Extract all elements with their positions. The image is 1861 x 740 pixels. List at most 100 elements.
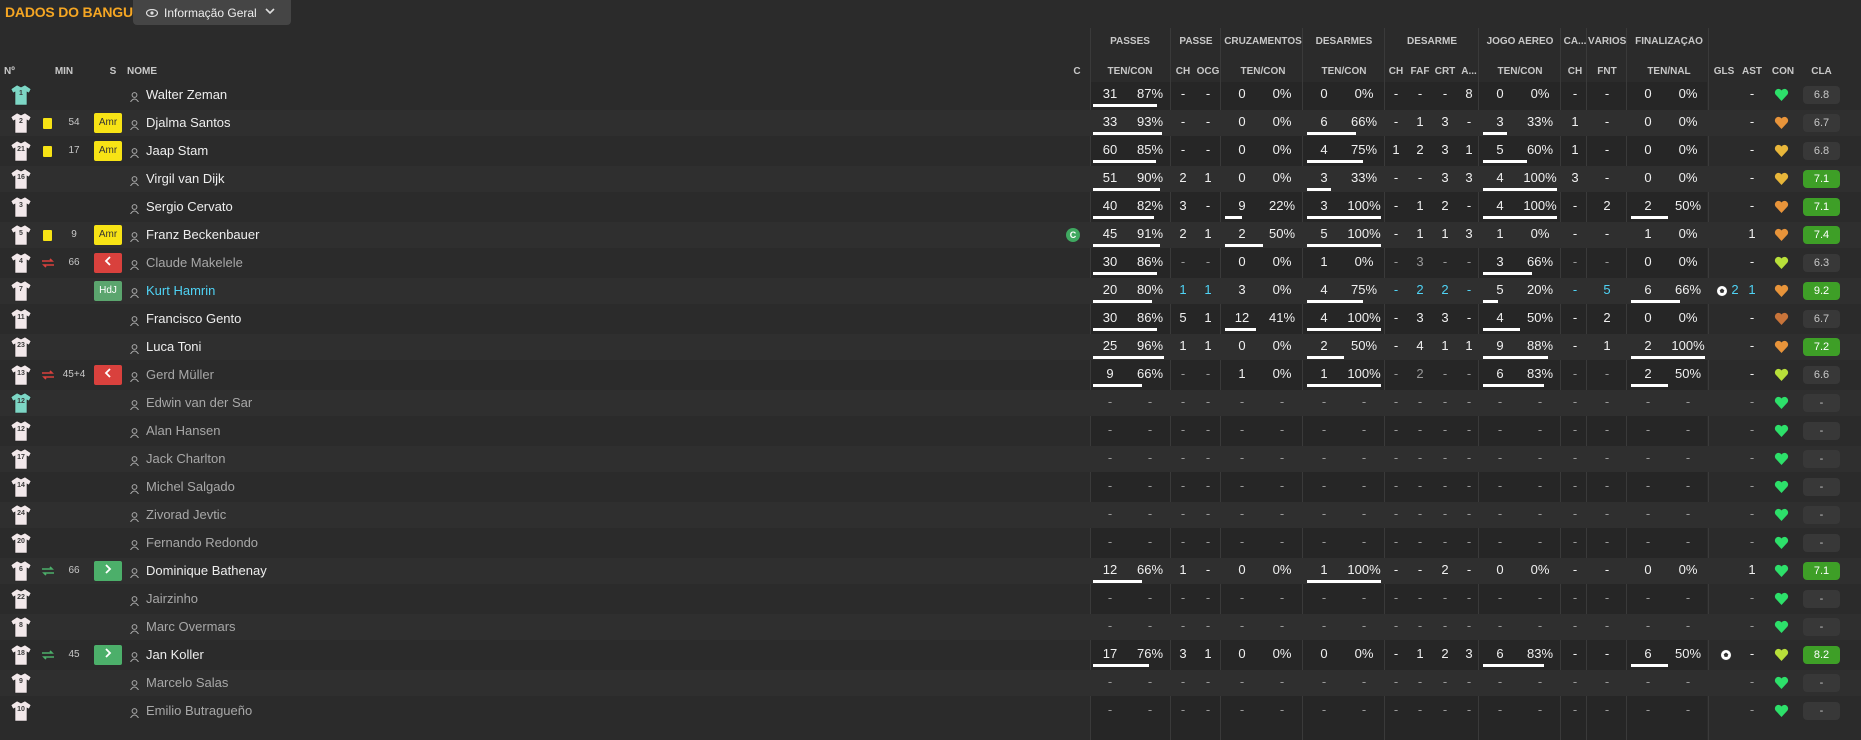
- substituted-on-badge[interactable]: [94, 561, 122, 581]
- column-header[interactable]: TEN/CON: [1222, 66, 1304, 77]
- table-row[interactable]: 1 Walter Zeman 31 87% - -0 0% 0 0% - - -8 0 0% - -0 0% -6…: [0, 82, 1861, 108]
- player-name-link[interactable]: Zivorad Jevtic: [146, 502, 226, 528]
- column-header[interactable]: NOME: [127, 66, 187, 77]
- column-header[interactable]: Nº: [4, 66, 24, 77]
- column-header[interactable]: OCG: [1196, 66, 1220, 77]
- shirt-icon: 24: [10, 504, 32, 526]
- table-row[interactable]: 14 Michel Salgado - - - - - - - - - - - - - - - - - - - -: [0, 474, 1861, 500]
- table-row[interactable]: 4 66 Claude Makelele 30 86% - -0 0% 1 0% -3- -3 66% -…: [0, 250, 1861, 276]
- column-header[interactable]: TEN/CON: [1090, 66, 1170, 77]
- player-name-link[interactable]: Sergio Cervato: [146, 194, 233, 220]
- stat-value: -: [1107, 394, 1113, 409]
- substituted-on-badge[interactable]: [94, 645, 122, 665]
- player-name-link[interactable]: Claude Makelele: [146, 250, 243, 276]
- player-name-link[interactable]: Franz Beckenbauer: [146, 222, 259, 248]
- column-header[interactable]: GLS: [1710, 66, 1738, 77]
- table-row[interactable]: 21 17 Amr Jaap Stam 60 85% - -0 0% 4 75% 1 2 3 1 5 60% 1-…: [0, 138, 1861, 164]
- table-row[interactable]: 6 66 Dominique Bathenay 12 66% 1-0 0% 1 100% - -2-…: [0, 558, 1861, 584]
- assists: 1: [1748, 226, 1756, 241]
- column-header[interactable]: CON: [1766, 66, 1800, 77]
- column-header[interactable]: FNT: [1588, 66, 1626, 77]
- fouls: -: [1417, 86, 1423, 101]
- column-header[interactable]: TEN/CON: [1480, 66, 1560, 77]
- clearances: 3: [1441, 170, 1449, 185]
- stat-bar: [1307, 328, 1381, 331]
- player-name-link[interactable]: Edwin van der Sar: [146, 390, 252, 416]
- player-name-link[interactable]: Jaap Stam: [146, 138, 208, 164]
- substituted-off-badge[interactable]: [94, 365, 122, 385]
- substituted-off-badge[interactable]: [94, 253, 122, 273]
- blocks: 3: [1465, 170, 1473, 185]
- column-header[interactable]: CLA: [1803, 66, 1840, 77]
- table-row[interactable]: 22 Jairzinho - - - - - - - - - - - - - - - - - - - -: [0, 586, 1861, 612]
- column-header[interactable]: S: [103, 66, 123, 77]
- table-row[interactable]: 11 Francisco Gento 30 86% 5 1 12 41% 4 100% -3 3-4 5…: [0, 306, 1861, 332]
- column-header[interactable]: CH: [1172, 66, 1194, 77]
- table-row[interactable]: 9 Marcelo Salas - - - - - - - - - - - - - - - - - - - -: [0, 670, 1861, 696]
- view-selector-button[interactable]: Informação Geral: [133, 0, 291, 25]
- player-name-link[interactable]: Francisco Gento: [146, 306, 241, 332]
- tackle-ch: -: [1393, 310, 1399, 325]
- crosses-completed-pct: 50%: [1268, 226, 1296, 241]
- crosses-attempted: 0: [1238, 254, 1246, 269]
- chances-created: 1: [1204, 310, 1212, 325]
- table-row[interactable]: 18 45 Jan Koller 17 76% 3 1 0 0% 0 0% -1 2 3 6 83% - -6 50…: [0, 642, 1861, 668]
- player-name-link[interactable]: Virgil van Dijk: [146, 166, 225, 192]
- column-header[interactable]: AST: [1740, 66, 1764, 77]
- table-row[interactable]: 3 Sergio Cervato 40 82% 3-9 22% 3 100% -1 2-4 100%…: [0, 194, 1861, 220]
- table-row[interactable]: 2 54 Amr Djalma Santos 33 93% - -0 0% 6 66% -1 3-3 33…: [0, 110, 1861, 136]
- column-header[interactable]: TEN/CON: [1304, 66, 1384, 77]
- table-row[interactable]: 8 Marc Overmars - - - - - - - - - - - - - - - - - - - -: [0, 614, 1861, 640]
- player-name-link[interactable]: Jack Charlton: [146, 446, 225, 472]
- column-header[interactable]: CRT: [1433, 66, 1457, 77]
- column-header[interactable]: CH: [1562, 66, 1588, 77]
- column-header[interactable]: C: [1070, 66, 1084, 77]
- table-row[interactable]: 7 HdJ Kurt Hamrin 20 80% 1 1 3 0% 4 75% -2 2-5 20% -5 6…: [0, 278, 1861, 304]
- booked-badge[interactable]: Amr: [94, 225, 122, 245]
- table-row[interactable]: 20 Fernando Redondo - - - - - - - - - - - - - - - - - - - -: [0, 530, 1861, 556]
- player-name-link[interactable]: Emilio Butragueño: [146, 698, 252, 724]
- man-of-match-badge[interactable]: HdJ: [94, 281, 122, 301]
- player-name-link[interactable]: Kurt Hamrin: [146, 278, 215, 304]
- booked-badge[interactable]: Amr: [94, 141, 122, 161]
- column-header[interactable]: FAF: [1409, 66, 1431, 77]
- player-name-link[interactable]: Alan Hansen: [146, 418, 220, 444]
- stat-value: -: [1417, 478, 1423, 493]
- player-rating: -: [1803, 450, 1840, 468]
- player-name-link[interactable]: Luca Toni: [146, 334, 201, 360]
- player-name-link[interactable]: Jan Koller: [146, 642, 204, 668]
- table-row[interactable]: 23 Luca Toni 25 96% 1 1 0 0% 2 50% -4 1 1 9 88% -1 2 100%…: [0, 334, 1861, 360]
- table-row[interactable]: 10 Emilio Butragueño - - - - - - - - - - - - - - - - - - - -: [0, 698, 1861, 724]
- player-name-link[interactable]: Walter Zeman: [146, 82, 227, 108]
- table-row[interactable]: 12 Alan Hansen - - - - - - - - - - - - - - - - - - - -: [0, 418, 1861, 444]
- player-name-link[interactable]: Dominique Bathenay: [146, 558, 267, 584]
- booked-badge[interactable]: Amr: [94, 113, 122, 133]
- stat-bar: [1483, 356, 1548, 359]
- player-name-link[interactable]: Fernando Redondo: [146, 530, 258, 556]
- table-row[interactable]: 5 9 Amr Franz Beckenbauer C 45 91% 2 1 2 50% 5 100% -…: [0, 222, 1861, 248]
- player-name-link[interactable]: Jairzinho: [146, 586, 198, 612]
- table-row[interactable]: 16 Virgil van Dijk 51 90% 2 1 0 0% 3 33% - -3 3 4 100%…: [0, 166, 1861, 192]
- column-header[interactable]: TEN/NAL: [1628, 66, 1710, 77]
- column-header[interactable]: CH: [1386, 66, 1406, 77]
- stat-value: -: [1393, 450, 1399, 465]
- stat-value: -: [1180, 534, 1186, 549]
- shots-attempted: 0: [1644, 86, 1652, 101]
- column-header[interactable]: A...: [1458, 66, 1480, 77]
- column-header[interactable]: MIN: [54, 66, 74, 77]
- stat-value: -: [1279, 422, 1285, 437]
- table-row[interactable]: 12 Edwin van der Sar - - - - - - - - - - - - - - - - - - - -: [0, 390, 1861, 416]
- player-name-link[interactable]: Marcelo Salas: [146, 670, 228, 696]
- player-name-link[interactable]: Djalma Santos: [146, 110, 231, 136]
- player-name-link[interactable]: Michel Salgado: [146, 474, 235, 500]
- player-name-link[interactable]: Gerd Müller: [146, 362, 214, 388]
- table-row[interactable]: 17 Jack Charlton - - - - - - - - - - - - - - - - - - - -: [0, 446, 1861, 472]
- stat-value: -: [1537, 422, 1543, 437]
- tackle-ch: -: [1393, 114, 1399, 129]
- player-name-link[interactable]: Marc Overmars: [146, 614, 236, 640]
- chances-created: -: [1205, 562, 1211, 577]
- table-row[interactable]: 13 45+4 Gerd Müller 9 66% - -1 0% 1 100% -2- -6 83% -…: [0, 362, 1861, 388]
- table-row[interactable]: 24 Zivorad Jevtic - - - - - - - - - - - - - - - - - - - -: [0, 502, 1861, 528]
- clearances: -: [1442, 254, 1448, 269]
- stat-value: -: [1361, 618, 1367, 633]
